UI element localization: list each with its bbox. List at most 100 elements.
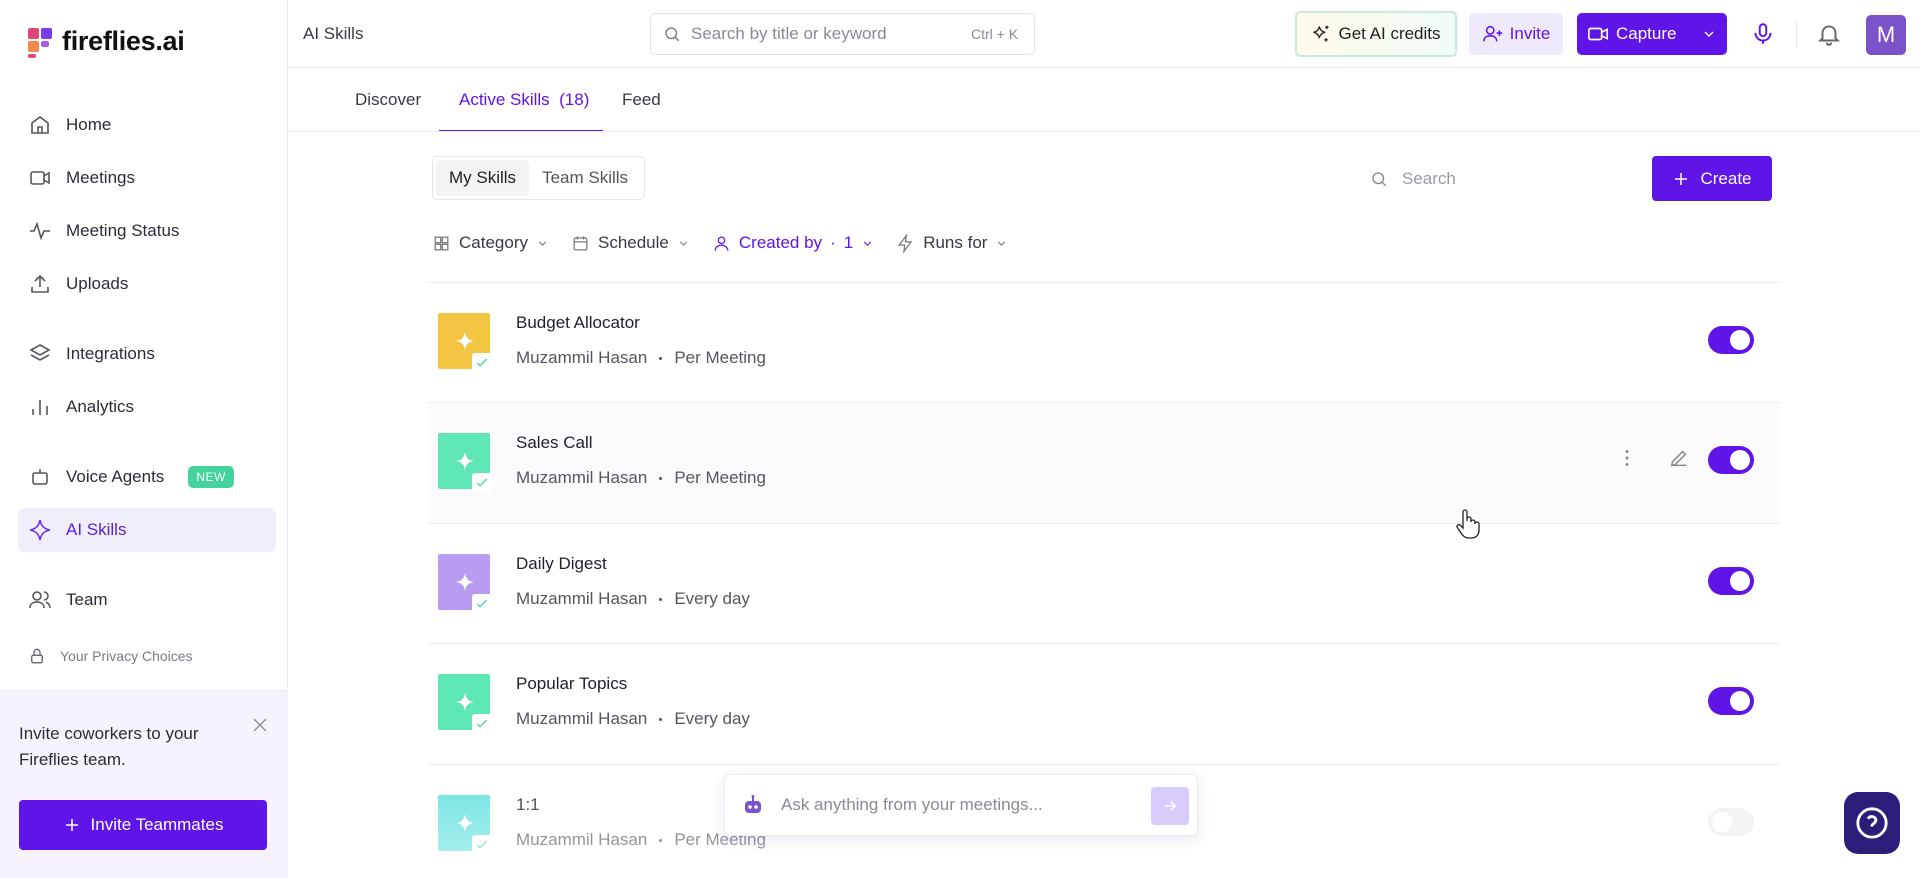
privacy-label: Your Privacy Choices (60, 648, 193, 664)
chevron-down-icon (998, 240, 1006, 246)
breadcrumb: AI Skills (303, 24, 364, 43)
skill-icon (438, 674, 492, 734)
skill-enable-toggle[interactable] (1708, 446, 1754, 474)
sidebar-item-voice-agents[interactable]: Voice Agents NEW (18, 455, 276, 499)
sidebar-item-analytics[interactable]: Analytics (18, 385, 276, 429)
skill-row[interactable]: Budget Allocator Muzammil Hasan Per Meet… (428, 282, 1780, 403)
user-icon (714, 236, 729, 251)
skill-enable-toggle[interactable] (1708, 808, 1754, 836)
lock-icon (31, 648, 43, 664)
invite-card-text: Invite coworkers to your Fireflies team. (19, 724, 199, 769)
global-search-input[interactable] (691, 24, 961, 44)
filter-runs-for[interactable]: Runs for (896, 233, 1008, 253)
check-icon (476, 478, 488, 487)
sidebar-item-meetings[interactable]: Meetings (18, 156, 276, 200)
skill-row[interactable]: Daily Digest Muzammil Hasan Every day (428, 523, 1780, 644)
new-badge: NEW (188, 466, 234, 488)
skill-enable-toggle[interactable] (1708, 326, 1754, 354)
bolt-icon (898, 233, 913, 253)
tab-active-skills[interactable]: Active Skills (18) (459, 90, 589, 110)
sidebar-item-integrations[interactable]: Integrations (18, 332, 276, 376)
sidebar-item-team[interactable]: Team (18, 578, 276, 622)
filter-separator: · (830, 233, 836, 252)
sidebar-item-meeting-status[interactable]: Meeting Status (18, 209, 276, 253)
chevron-down-icon (679, 240, 688, 246)
skill-meta: Muzammil Hasan Per Meeting (516, 348, 766, 368)
close-icon (253, 718, 267, 732)
invite-teammates-label: Invite Teammates (90, 815, 224, 834)
invite-card: Invite coworkers to your Fireflies team.… (0, 690, 288, 878)
notifications-button[interactable] (1816, 21, 1842, 47)
skill-row[interactable]: Popular Topics Muzammil Hasan Every day (428, 643, 1780, 764)
calendar-icon (573, 235, 588, 250)
invite-card-close-button[interactable] (250, 715, 270, 735)
check-icon (476, 840, 488, 849)
sparkle-icon (455, 331, 475, 351)
search-icon (665, 27, 680, 42)
more-options-button[interactable] (1616, 447, 1638, 474)
skill-icon (438, 554, 492, 614)
skill-author: Muzammil Hasan (516, 709, 648, 728)
ask-meetings-input[interactable] (781, 795, 1131, 815)
filter-category[interactable]: Category (432, 233, 549, 253)
create-label: Create (1700, 168, 1752, 188)
invite-button[interactable]: Invite (1469, 13, 1563, 55)
skill-icon (438, 433, 492, 493)
privacy-choices-link[interactable]: Your Privacy Choices (18, 634, 276, 678)
filter-schedule[interactable]: Schedule (571, 233, 690, 253)
skill-frequency: Per Meeting (674, 348, 766, 367)
row-actions (1616, 446, 1690, 474)
app-name: fireflies.ai (62, 26, 185, 56)
capture-dropdown-toggle[interactable] (1691, 13, 1727, 55)
skill-enable-toggle[interactable] (1708, 567, 1754, 595)
tab-feed[interactable]: Feed (622, 90, 661, 110)
fireflies-logo[interactable]: fireflies.ai (28, 26, 185, 58)
get-ai-credits-button[interactable]: Get AI credits (1295, 11, 1457, 57)
video-camera-icon (1588, 27, 1608, 41)
capture-button[interactable]: Capture (1577, 13, 1727, 55)
capture-main[interactable]: Capture (1577, 13, 1691, 55)
skill-row[interactable]: Sales Call Muzammil Hasan Per Meeting (428, 402, 1780, 523)
skills-search-input[interactable] (1402, 169, 1622, 189)
robot-icon (32, 469, 48, 485)
sidebar-item-label: Uploads (66, 274, 129, 293)
skill-name: Budget Allocator (516, 313, 640, 332)
skill-author: Muzammil Hasan (516, 830, 648, 849)
invite-teammates-button[interactable]: Invite Teammates (19, 800, 267, 850)
user-plus-icon (1482, 25, 1502, 42)
tab-discover[interactable]: Discover (355, 90, 421, 110)
filter-created-by[interactable]: Created by · 1 (712, 233, 874, 253)
skill-frequency: Per Meeting (674, 468, 766, 487)
filter-label: Category (459, 233, 528, 252)
sidebar-item-ai-skills[interactable]: AI Skills (18, 508, 276, 552)
skill-enable-toggle[interactable] (1708, 687, 1754, 715)
check-icon (476, 358, 488, 367)
my-skills-button[interactable]: My Skills (436, 160, 530, 196)
filter-label: Schedule (597, 233, 669, 252)
skills-search[interactable] (1358, 156, 1648, 202)
sidebar-item-uploads[interactable]: Uploads (18, 262, 276, 306)
microphone-button[interactable] (1750, 21, 1776, 47)
separator-dot (659, 476, 663, 480)
edit-skill-button[interactable] (1668, 447, 1690, 474)
tab-label: Active Skills (459, 90, 550, 109)
create-skill-button[interactable]: Create (1652, 156, 1772, 201)
sidebar: fireflies.ai Home Meetings Meeting Statu… (0, 0, 288, 878)
activity-icon (30, 221, 50, 241)
tab-bar: Discover Active Skills (18) Feed (288, 68, 1920, 132)
microphone-icon (1754, 23, 1772, 44)
sidebar-item-home[interactable]: Home (18, 103, 276, 147)
sparkle-icon (455, 692, 475, 712)
sparkle-icon (455, 451, 475, 471)
search-shortcut: Ctrl + K (971, 26, 1019, 42)
sidebar-item-label: AI Skills (66, 520, 127, 539)
team-skills-button[interactable]: Team Skills (529, 160, 641, 196)
global-search[interactable]: Ctrl + K (650, 13, 1035, 55)
help-button[interactable] (1844, 792, 1900, 854)
user-avatar[interactable]: M (1866, 15, 1906, 55)
bell-icon (1817, 25, 1841, 46)
ask-send-button[interactable] (1151, 787, 1189, 825)
chevron-down-icon (1704, 31, 1714, 37)
grid-icon (434, 236, 449, 250)
sidebar-item-label: Voice Agents (66, 467, 165, 486)
